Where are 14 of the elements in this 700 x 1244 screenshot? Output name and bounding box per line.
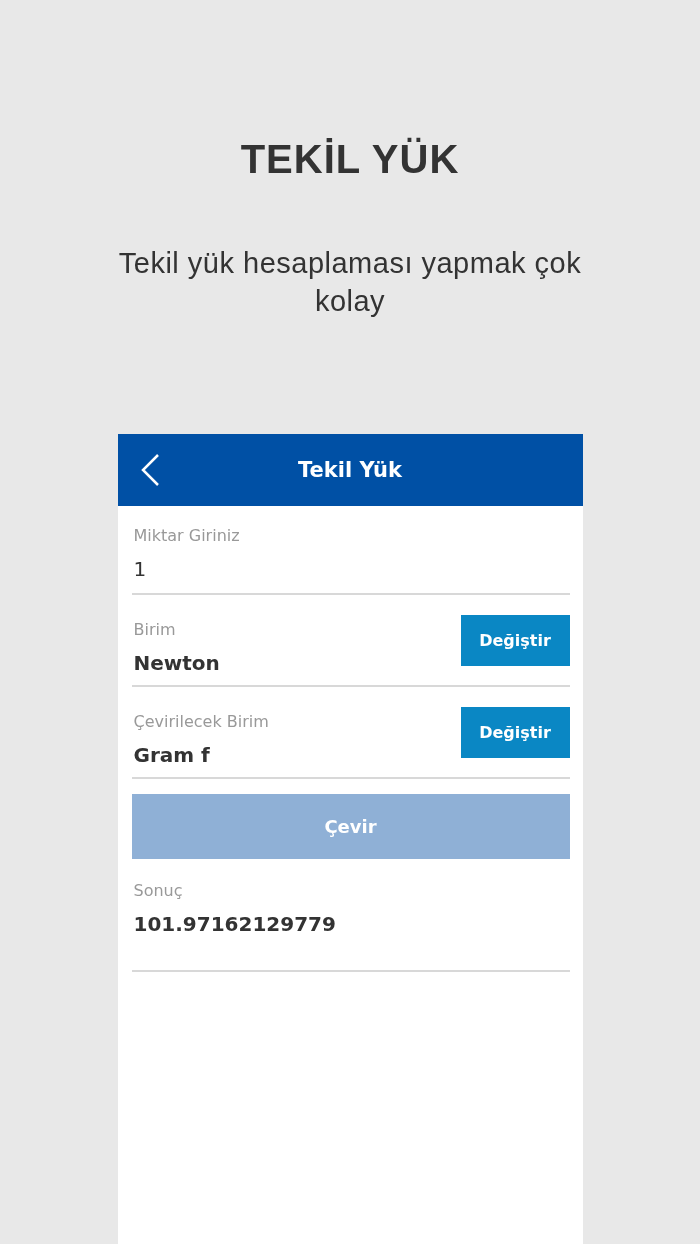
page-subtitle: Tekil yük hesaplaması yapmak çok kolay (117, 246, 583, 319)
back-icon[interactable] (139, 453, 160, 487)
field-label: Çevirilecek Birim (133, 712, 269, 731)
unit-value: Newton (133, 651, 220, 675)
unit-value: Gram f (133, 743, 211, 767)
amount-input[interactable]: 1 (133, 557, 240, 581)
field-label: Miktar Giriniz (133, 526, 240, 545)
result-label: Sonuç (133, 881, 184, 900)
header-title: Tekil Yük (297, 458, 402, 482)
page-title: TEKİL YÜK (240, 137, 460, 182)
change-button[interactable]: Değiştir (460, 615, 570, 666)
change-button[interactable]: Değiştir (460, 707, 570, 758)
field-label: Birim (133, 620, 177, 639)
result-value: 101.97162129779 (133, 912, 336, 936)
